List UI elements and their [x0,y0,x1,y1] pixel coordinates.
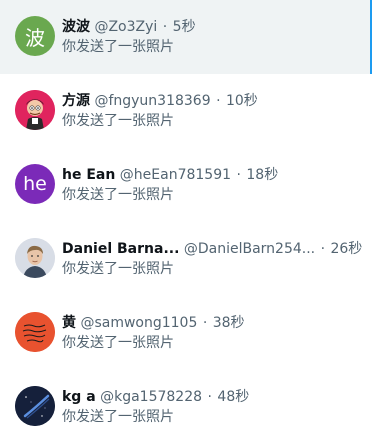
avatar[interactable] [15,386,55,426]
avatar-initial: he [23,173,47,195]
message-preview: 你发送了一张照片 [62,39,174,55]
separator: · [202,315,208,331]
handle: @DanielBarn254... [183,241,316,257]
night-sky-avatar-icon [15,386,55,426]
conversation-header: he Ean @heEan781591 · 18秒 [62,165,362,185]
conversation-header: 方源 @fngyun318369 · 10秒 [62,91,362,111]
display-name: he Ean [62,167,116,183]
display-name: kg a [62,389,96,405]
display-name: 黄 [62,315,76,331]
cartoon-character-avatar-icon [15,90,55,130]
handle: @kga1578228 [100,389,203,405]
conversation-header: 波波 @Zo3Zyi · 5秒 [62,17,362,37]
message-preview: 你发送了一张照片 [62,261,174,277]
avatar[interactable]: 波 [15,16,55,56]
separator: · [320,241,326,257]
timestamp: 10秒 [225,93,258,109]
separator: · [207,389,212,405]
conversation-item[interactable]: Daniel Barna... @DanielBarn254... · 26秒 … [0,222,372,296]
person-photo-avatar-icon [15,238,55,278]
conversation-item[interactable]: kg a @kga1578228 · 48秒 你发送了一张照片 [0,370,372,441]
avatar[interactable] [15,312,55,352]
handle: @samwong1105 [80,315,198,331]
avatar-initial: 波 [25,25,45,50]
handle: @Zo3Zyi [94,19,158,35]
conversation-header: kg a @kga1578228 · 48秒 [62,387,362,407]
timestamp: 26秒 [330,241,362,257]
handwritten-note-avatar-icon [15,312,55,352]
timestamp: 5秒 [172,19,196,35]
conversation-list: 波 波波 @Zo3Zyi · 5秒 你发送了一张照片 方源 @fngyun318… [0,0,372,441]
message-preview: 你发送了一张照片 [62,335,174,351]
timestamp: 38秒 [212,315,245,331]
avatar[interactable] [15,90,55,130]
display-name: 波波 [62,19,90,35]
handle: @heEan781591 [119,167,232,183]
message-preview: 你发送了一张照片 [62,409,174,425]
avatar[interactable]: he [15,164,55,204]
message-preview: 你发送了一张照片 [62,113,174,129]
avatar[interactable] [15,238,55,278]
conversation-item[interactable]: 黄 @samwong1105 · 38秒 你发送了一张照片 [0,296,372,370]
timestamp: 48秒 [217,389,250,405]
conversation-item[interactable]: 波 波波 @Zo3Zyi · 5秒 你发送了一张照片 [0,0,372,74]
separator: · [236,167,241,183]
display-name: 方源 [62,93,90,109]
conversation-header: Daniel Barna... @DanielBarn254... · 26秒 [62,239,362,259]
separator: · [216,93,221,109]
separator: · [162,19,168,35]
conversation-item[interactable]: he he Ean @heEan781591 · 18秒 你发送了一张照片 [0,148,372,222]
message-preview: 你发送了一张照片 [62,187,174,203]
handle: @fngyun318369 [94,93,211,109]
timestamp: 18秒 [246,167,279,183]
display-name: Daniel Barna... [62,241,180,257]
conversation-item[interactable]: 方源 @fngyun318369 · 10秒 你发送了一张照片 [0,74,372,148]
conversation-header: 黄 @samwong1105 · 38秒 [62,313,362,333]
